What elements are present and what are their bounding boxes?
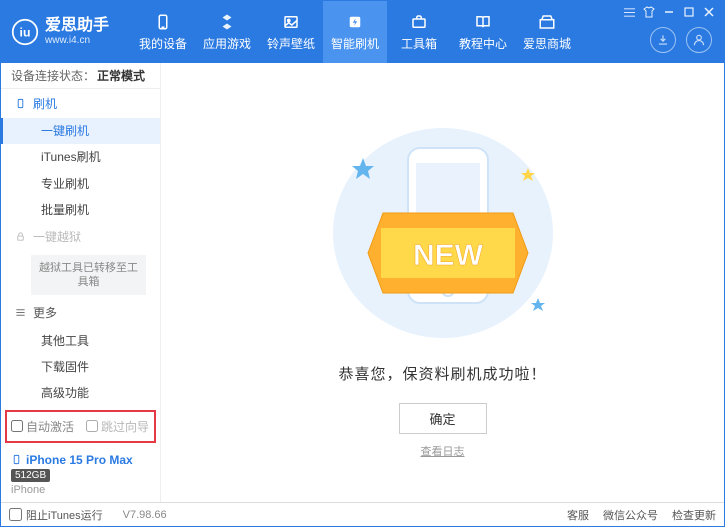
- body: 设备连接状态：正常模式 刷机 一键刷机 iTunes刷机 专业刷机 批量刷机 一…: [1, 63, 724, 502]
- success-illustration: NEW: [313, 113, 573, 346]
- footer: 阻止iTunes运行 V7.98.66 客服 微信公众号 检查更新: [1, 502, 724, 526]
- footer-link-update[interactable]: 检查更新: [672, 507, 716, 523]
- sidebar-section-flash[interactable]: 刷机: [1, 89, 160, 117]
- block-itunes-checkbox[interactable]: 阻止iTunes运行: [9, 507, 103, 523]
- nav-my-device[interactable]: 我的设备: [131, 1, 195, 63]
- apps-icon: [217, 12, 237, 32]
- logo-sub: www.i4.cn: [45, 35, 109, 47]
- more-icon: [15, 307, 27, 319]
- skip-guide-checkbox[interactable]: 跳过向导: [86, 418, 149, 435]
- logo-icon: iu: [11, 18, 39, 46]
- download-button[interactable]: [650, 27, 676, 53]
- book-icon: [473, 12, 493, 32]
- minimize-icon[interactable]: [662, 5, 676, 19]
- sidebar-item-oneclick[interactable]: 一键刷机: [1, 118, 160, 144]
- logo-title: 爱思助手: [45, 17, 109, 35]
- app-header: iu 爱思助手 www.i4.cn 我的设备 应用游戏 铃声壁纸 智能刷机 工具…: [1, 1, 724, 63]
- ok-button[interactable]: 确定: [398, 403, 486, 434]
- options-highlight: 自动激活 跳过向导: [5, 410, 156, 443]
- logo[interactable]: iu 爱思助手 www.i4.cn: [1, 1, 131, 63]
- skin-icon[interactable]: [642, 5, 656, 19]
- store-icon: [537, 12, 557, 32]
- nav-store[interactable]: 爱思商城: [515, 1, 579, 63]
- flash-icon: [345, 12, 365, 32]
- device-icon: [153, 12, 173, 32]
- svg-text:iu: iu: [20, 25, 31, 39]
- nav-ringtones[interactable]: 铃声壁纸: [259, 1, 323, 63]
- view-log-link[interactable]: 查看日志: [421, 443, 465, 459]
- phone-icon: [15, 97, 27, 109]
- lock-icon: [15, 231, 27, 243]
- auto-activate-checkbox[interactable]: 自动激活: [11, 418, 74, 435]
- jailbreak-note: 越狱工具已转移至工具箱: [31, 255, 146, 295]
- svg-text:NEW: NEW: [413, 239, 484, 272]
- footer-link-wechat[interactable]: 微信公众号: [603, 507, 658, 523]
- device-status: 设备连接状态：正常模式: [1, 63, 160, 89]
- nav-apps[interactable]: 应用游戏: [195, 1, 259, 63]
- footer-link-support[interactable]: 客服: [567, 507, 589, 523]
- sidebar-item-advanced[interactable]: 高级功能: [1, 380, 160, 406]
- main-content: NEW 恭喜您，保资料刷机成功啦！ 确定 查看日志: [161, 63, 724, 502]
- sidebar-item-pro[interactable]: 专业刷机: [1, 170, 160, 196]
- device-small-icon: [11, 454, 22, 465]
- sidebar-item-other[interactable]: 其他工具: [1, 327, 160, 353]
- sidebar: 设备连接状态：正常模式 刷机 一键刷机 iTunes刷机 专业刷机 批量刷机 一…: [1, 63, 161, 502]
- user-button[interactable]: [686, 27, 712, 53]
- menu-icon[interactable]: [622, 5, 636, 19]
- image-icon: [281, 12, 301, 32]
- nav-toolbox[interactable]: 工具箱: [387, 1, 451, 63]
- storage-badge: 512GB: [11, 469, 50, 482]
- sidebar-section-jailbreak: 一键越狱: [1, 223, 160, 251]
- nav-flash[interactable]: 智能刷机: [323, 1, 387, 63]
- sidebar-item-batch[interactable]: 批量刷机: [1, 196, 160, 222]
- sidebar-item-itunes[interactable]: iTunes刷机: [1, 144, 160, 170]
- close-icon[interactable]: [702, 5, 716, 19]
- sidebar-item-firmware[interactable]: 下载固件: [1, 353, 160, 379]
- version-label: V7.98.66: [123, 509, 167, 521]
- device-info[interactable]: iPhone 15 Pro Max 512GB iPhone: [1, 447, 160, 502]
- success-message: 恭喜您，保资料刷机成功啦！: [161, 363, 724, 384]
- maximize-icon[interactable]: [682, 5, 696, 19]
- sidebar-section-more[interactable]: 更多: [1, 299, 160, 327]
- toolbox-icon: [409, 12, 429, 32]
- device-type: iPhone: [11, 484, 150, 496]
- nav-tutorials[interactable]: 教程中心: [451, 1, 515, 63]
